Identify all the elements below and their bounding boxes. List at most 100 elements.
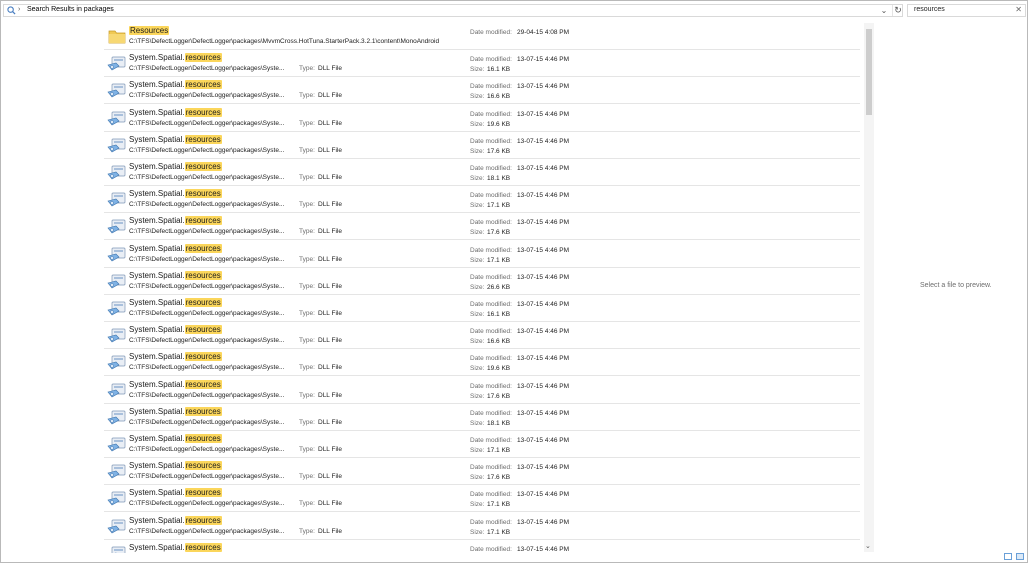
list-item[interactable]: System.Spatial.resources C:\TFS\DefectLog… (104, 50, 860, 78)
list-item[interactable]: System.Spatial.resourcesC:\TFS\DefectLog… (104, 513, 860, 540)
date-modified-label: Date modified: (470, 382, 512, 390)
breadcrumb-chevron-icon[interactable]: › (18, 6, 20, 13)
list-item[interactable]: System.Spatial.resourcesC:\TFS\DefectLog… (104, 241, 860, 268)
date-modified-value: 13-07-15 4:46 PM (517, 273, 570, 281)
size-label: Size: (470, 474, 485, 482)
refresh-icon[interactable]: ↻ (892, 5, 903, 16)
results-scrollbar[interactable]: ⌄ (864, 23, 874, 552)
result-path: C:\TFS\DefectLogger\DefectLogger\package… (129, 65, 285, 73)
search-results-icon (7, 6, 16, 15)
address-history-dropdown-icon[interactable]: ⌄ (879, 5, 889, 16)
type-label: Type: (299, 201, 315, 209)
result-path: C:\TFS\DefectLogger\DefectLogger\package… (129, 364, 285, 372)
dll-file-icon (107, 111, 126, 125)
date-modified-value: 13-07-15 4:46 PM (517, 165, 570, 172)
scrollbar-thumb[interactable] (866, 29, 872, 115)
dll-file-icon (107, 165, 126, 180)
result-name[interactable]: System.Spatial.resources (129, 352, 222, 362)
type-value: DLL File (318, 146, 342, 154)
size-label: Size: (470, 256, 485, 264)
scroll-down-icon[interactable]: ⌄ (865, 542, 871, 550)
list-item[interactable]: System.Spatial.resources C:\TFS\DefectLog… (104, 77, 860, 105)
dll-file-icon (107, 519, 126, 533)
size-value: 17.6 KB (487, 147, 511, 155)
list-item[interactable]: System.Spatial.resourcesC:\TFS\DefectLog… (104, 485, 860, 513)
result-name[interactable]: System.Spatial.resources (129, 189, 222, 199)
address-bar[interactable]: › Search Results in packages › ⌄ ↻ (3, 4, 903, 17)
clear-search-icon[interactable]: ✕ (1015, 5, 1022, 14)
result-name[interactable]: System.Spatial.resources (129, 107, 222, 117)
size-label: Size: (470, 283, 485, 291)
list-item[interactable]: System.Spatial.resources C:\TFS\DefectLog… (104, 349, 860, 377)
result-path: C:\TFS\DefectLogger\DefectLogger\package… (129, 473, 285, 481)
list-item[interactable]: Resources C:\TFS\DefectLogger\DefectLogg… (104, 23, 860, 50)
result-path: C:\TFS\DefectLogger\DefectLogger\package… (129, 92, 285, 100)
result-name[interactable]: System.Spatial.resources (129, 325, 222, 335)
date-modified-label: Date modified: (470, 545, 512, 553)
result-name[interactable]: System.Spatial.resources (129, 379, 222, 389)
list-item[interactable]: System.Spatial.resources C:\TFS\DefectLog… (104, 105, 860, 132)
result-name[interactable]: System.Spatial.resources (129, 243, 222, 253)
list-item[interactable]: System.Spatial.resources C:\TFS\DefectLog… (104, 458, 860, 486)
large-icons-view-icon[interactable] (1016, 553, 1024, 560)
date-modified-label: Date modified: (470, 137, 512, 145)
search-input-value[interactable]: resources (914, 6, 945, 13)
list-item[interactable]: System.Spatial.resourcesC:\TFS\DefectLog… (104, 159, 860, 186)
list-item[interactable]: System.Spatial.resourcesC:\TFS\DefectLog… (104, 295, 860, 322)
result-path: C:\TFS\DefectLogger\DefectLogger\package… (129, 282, 285, 290)
result-path: C:\TFS\DefectLogger\DefectLogger\package… (129, 337, 285, 345)
list-item[interactable]: System.Spatial.resourcesC:\TFS\DefectLog… (104, 186, 860, 214)
result-name[interactable]: System.Spatial.resources (129, 80, 222, 90)
result-name[interactable]: System.Spatial.resources (129, 461, 222, 471)
date-modified-label: Date modified: (470, 464, 512, 472)
breadcrumb-chevron-icon[interactable]: › (110, 6, 112, 13)
type-value: DLL File (318, 337, 342, 345)
list-item[interactable]: System.Spatial.resources C:\TFS\DefectLog… (104, 268, 860, 295)
type-value: DLL File (318, 92, 342, 100)
result-name[interactable]: System.Spatial.resources (129, 53, 222, 63)
result-name[interactable]: Resources (129, 26, 170, 35)
result-name[interactable]: System.Spatial.resources (129, 406, 222, 416)
date-modified-value: 13-07-15 4:46 PM (517, 246, 570, 254)
result-path: C:\TFS\DefectLogger\DefectLogger\package… (129, 146, 285, 154)
type-value: DLL File (318, 310, 342, 317)
result-path: C:\TFS\DefectLogger\DefectLogger\package… (129, 391, 285, 399)
date-modified-value: 13-07-15 4:46 PM (517, 518, 570, 526)
view-switcher[interactable] (1004, 553, 1026, 561)
result-name[interactable]: System.Spatial.resources (129, 270, 222, 280)
date-modified-label: Date modified: (470, 409, 512, 417)
list-item[interactable]: System.Spatial.resourcesC:\TFS\DefectLog… (104, 431, 860, 458)
list-item[interactable]: System.Spatial.resourcesC:\TFS\DefectLog… (104, 540, 860, 553)
result-path: C:\TFS\DefectLogger\DefectLogger\package… (129, 119, 285, 127)
date-modified-label: Date modified: (470, 83, 512, 91)
result-name[interactable]: System.Spatial.resources (129, 162, 222, 171)
explorer-window: › Search Results in packages › ⌄ ↻ resou… (0, 0, 1028, 563)
list-item[interactable]: System.Spatial.resources C:\TFS\DefectLog… (104, 322, 860, 350)
result-name[interactable]: System.Spatial.resources (129, 542, 222, 552)
details-view-icon[interactable] (1004, 553, 1012, 560)
list-item[interactable]: System.Spatial.resourcesC:\TFS\DefectLog… (104, 404, 860, 431)
result-name[interactable]: System.Spatial.resources (129, 434, 222, 443)
date-modified-label: Date modified: (470, 437, 512, 444)
result-name[interactable]: System.Spatial.resources (129, 488, 222, 498)
date-modified-value: 13-07-15 4:46 PM (517, 110, 570, 118)
size-label: Size: (470, 93, 485, 101)
result-name[interactable]: System.Spatial.resources (129, 134, 222, 144)
dll-file-icon (107, 247, 126, 261)
result-name[interactable]: System.Spatial.resources (129, 515, 222, 525)
result-name[interactable]: System.Spatial.resources (129, 298, 222, 307)
dll-file-icon (107, 84, 126, 98)
size-label: Size: (470, 229, 485, 237)
breadcrumb-search-results[interactable]: Search Results in packages (27, 6, 114, 13)
search-input[interactable]: resources ✕ (907, 4, 1026, 17)
list-item[interactable]: System.Spatial.resources C:\TFS\DefectLog… (104, 377, 860, 404)
type-label: Type: (299, 527, 315, 535)
list-item[interactable]: System.Spatial.resourcesC:\TFS\DefectLog… (104, 213, 860, 241)
date-modified-label: Date modified: (470, 355, 512, 363)
type-label: Type: (299, 473, 315, 481)
date-modified-value: 13-07-15 4:46 PM (517, 83, 570, 91)
size-label: Size: (470, 175, 485, 182)
result-name[interactable]: System.Spatial.resources (129, 216, 222, 226)
date-modified-value: 13-07-15 4:46 PM (517, 409, 570, 417)
list-item[interactable]: System.Spatial.resources C:\TFS\DefectLog… (104, 132, 860, 159)
